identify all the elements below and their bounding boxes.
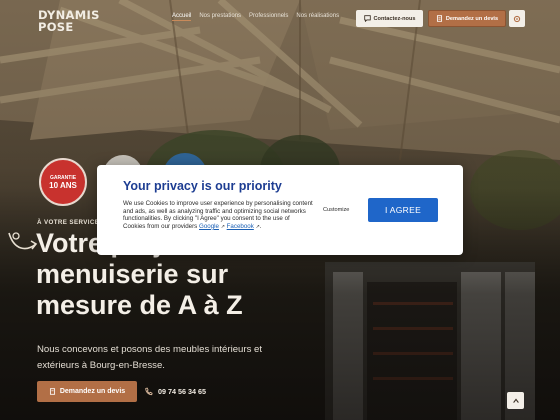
contact-button-label: Contactez-nous: [373, 15, 416, 22]
external-link-icon: ↗: [220, 223, 225, 230]
curved-arrow-icon: [8, 232, 38, 250]
agree-button[interactable]: I AGREE: [368, 198, 438, 222]
main-nav: Accueil Nos prestations Professionnels N…: [172, 13, 339, 21]
customize-button[interactable]: Customize: [323, 207, 349, 213]
nav-item-professionnels[interactable]: Professionnels: [249, 13, 288, 21]
consent-title: Your privacy is our priority: [123, 179, 282, 193]
chevron-up-icon: [512, 397, 519, 403]
guarantee-line2: 10 ANS: [49, 180, 77, 190]
document-icon: [436, 15, 442, 22]
hero-eyebrow: À VOTRE SERVICE: [37, 219, 100, 226]
google-link[interactable]: Google: [199, 223, 219, 230]
settings-button[interactable]: [509, 10, 525, 27]
cookie-consent-dialog: Your privacy is our priority We use Cook…: [97, 165, 463, 255]
facebook-link[interactable]: Facebook: [227, 223, 254, 230]
consent-text: We use Cookies to improve user experienc…: [123, 200, 313, 230]
site-header: DYNAMIS POSE Accueil Nos prestations Pro…: [0, 0, 560, 38]
nav-item-prestations[interactable]: Nos prestations: [199, 13, 241, 21]
phone-link[interactable]: 09 74 56 34 65: [144, 381, 206, 402]
hero-quote-label: Demandez un devis: [59, 388, 126, 395]
nav-item-realisations[interactable]: Nos réalisations: [296, 13, 339, 21]
hero-description: Nous concevons et posons des meubles int…: [37, 344, 263, 371]
contact-button[interactable]: Contactez-nous: [356, 10, 423, 27]
scroll-top-button[interactable]: [507, 392, 524, 409]
phone-number: 09 74 56 34 65: [158, 387, 206, 396]
document-icon: [49, 388, 55, 395]
quote-button-label: Demandez un devis: [445, 15, 499, 22]
logo-text: DYNAMIS POSE: [38, 8, 100, 34]
nav-item-accueil[interactable]: Accueil: [172, 13, 192, 21]
quote-button[interactable]: Demandez un devis: [428, 10, 506, 27]
chat-icon: [363, 15, 371, 22]
guarantee-badge: GARANTIE 10 ANS: [39, 158, 87, 206]
site-logo[interactable]: DYNAMIS POSE: [38, 8, 108, 34]
gear-icon: [513, 15, 521, 22]
phone-icon: [145, 387, 153, 396]
hero-quote-button[interactable]: Demandez un devis: [37, 381, 137, 402]
